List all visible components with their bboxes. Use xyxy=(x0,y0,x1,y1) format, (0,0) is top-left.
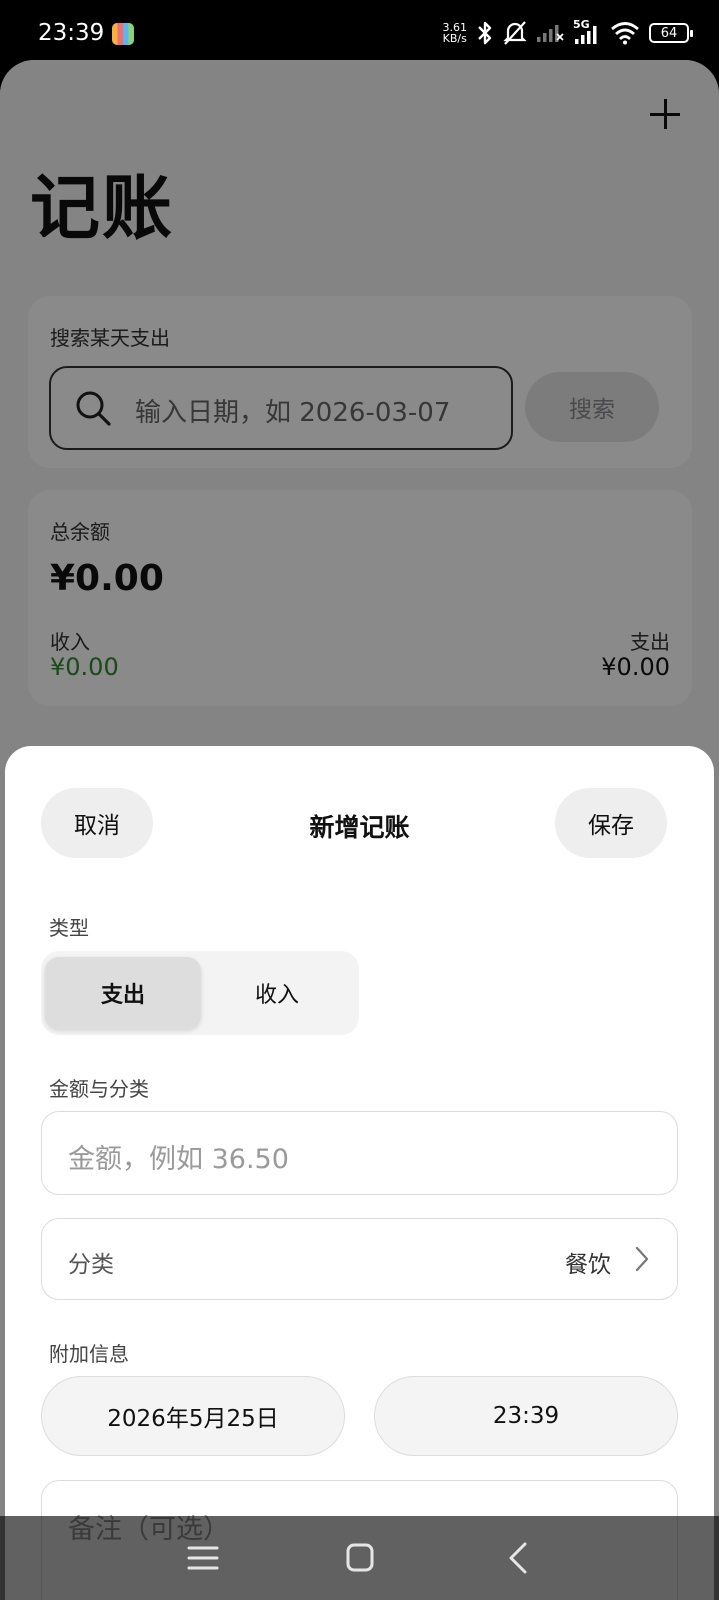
category-value: 餐饮 xyxy=(565,1252,611,1278)
balance-amount: ¥0.00 xyxy=(50,558,164,599)
bell-off-icon xyxy=(503,21,527,45)
battery-icon: 64 xyxy=(649,23,693,43)
search-card: 搜索某天支出 输入日期，如 2026-03-07 搜索 xyxy=(28,296,692,468)
category-selector[interactable]: 分类 餐饮 xyxy=(41,1218,678,1300)
search-card-label: 搜索某天支出 xyxy=(50,326,170,350)
net-speed-unit: KB/s xyxy=(442,32,467,45)
search-button[interactable]: 搜索 xyxy=(525,372,659,442)
add-record-sheet: 取消 新增记账 保存 类型 支出 收入 金额与分类 金额，例如 36.50 分类… xyxy=(5,746,714,1600)
type-segmented-control: 支出 收入 xyxy=(41,951,359,1035)
type-option-expense[interactable]: 支出 xyxy=(45,957,201,1029)
status-bar: 23:39 3.61 KB/s 5G 64 xyxy=(0,0,719,62)
battery-level: 64 xyxy=(660,25,678,41)
expense-value: ¥0.00 xyxy=(601,653,670,681)
type-section-label: 类型 xyxy=(49,916,89,940)
amount-input[interactable]: 金额，例如 36.50 xyxy=(41,1111,678,1195)
date-picker-button[interactable]: 2026年5月25日 xyxy=(41,1376,345,1456)
home-icon[interactable] xyxy=(340,1540,380,1576)
navigation-bar xyxy=(0,1516,719,1600)
balance-card: 总余额 ¥0.00 收入 ¥0.00 支出 ¥0.00 xyxy=(28,490,692,706)
signal-off-icon xyxy=(537,25,564,42)
amount-section-label: 金额与分类 xyxy=(49,1077,149,1101)
app-icon xyxy=(112,23,134,45)
add-record-button[interactable] xyxy=(645,94,685,134)
status-icons: 3.61 KB/s 5G 64 xyxy=(443,18,693,48)
expense-label: 支出 xyxy=(630,630,670,654)
income-value: ¥0.00 xyxy=(50,653,119,681)
menu-icon[interactable] xyxy=(183,1540,223,1576)
wifi-icon xyxy=(611,22,639,45)
search-icon xyxy=(76,391,111,426)
income-label: 收入 xyxy=(50,630,90,654)
type-option-income[interactable]: 收入 xyxy=(199,957,355,1029)
amount-placeholder: 金额，例如 36.50 xyxy=(68,1144,289,1175)
bluetooth-icon xyxy=(478,21,492,45)
search-placeholder: 输入日期，如 2026-03-07 xyxy=(135,398,451,428)
page-title: 记账 xyxy=(30,167,174,249)
signal-icon xyxy=(575,26,597,44)
extra-section-label: 附加信息 xyxy=(49,1342,129,1366)
chevron-right-icon xyxy=(635,1246,649,1272)
back-icon[interactable] xyxy=(500,1540,540,1576)
date-search-input[interactable]: 输入日期，如 2026-03-07 xyxy=(49,366,513,450)
net-speed: 3.61 KB/s xyxy=(443,22,468,44)
save-button[interactable]: 保存 xyxy=(555,788,667,858)
category-label: 分类 xyxy=(68,1252,114,1278)
status-time: 23:39 xyxy=(38,20,105,46)
signal-5g: 5G xyxy=(573,18,601,45)
balance-label: 总余额 xyxy=(50,520,110,544)
time-picker-button[interactable]: 23:39 xyxy=(374,1376,678,1456)
